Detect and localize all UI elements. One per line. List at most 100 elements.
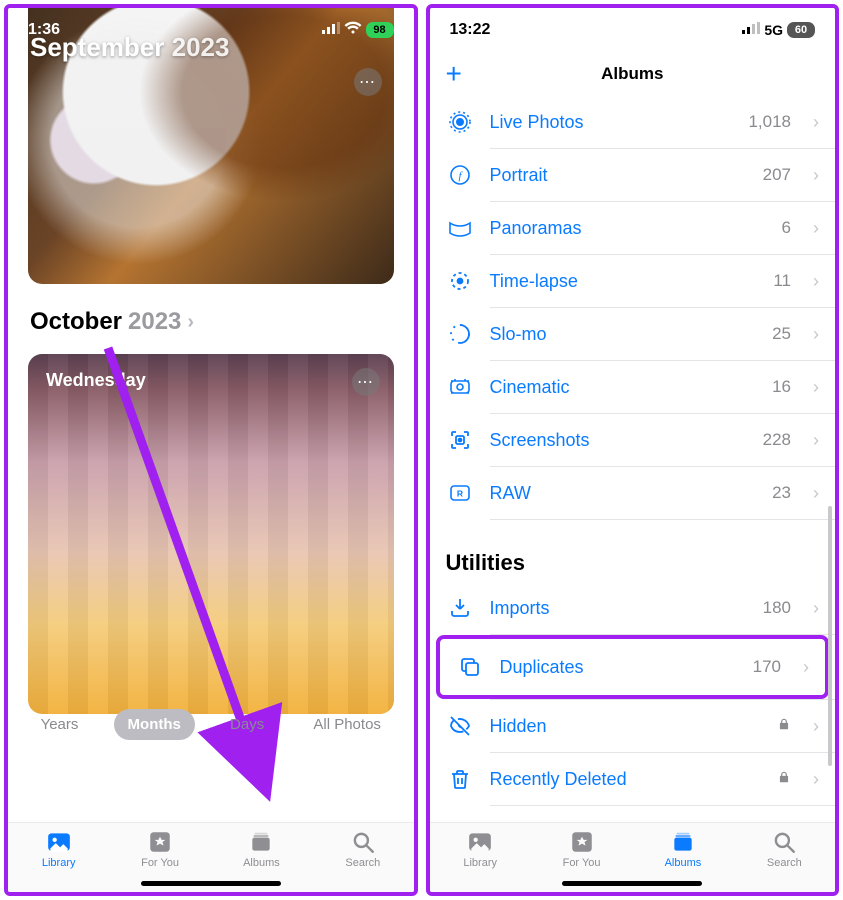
status-time: 13:22 [450, 21, 491, 39]
tab-library[interactable]: Library [29, 829, 89, 869]
tab-for-you[interactable]: For You [552, 829, 612, 869]
tab-for-you[interactable]: For You [130, 829, 190, 869]
phone-library: 1:36 98 September 2023 ⋯ October 2023 › [4, 4, 418, 896]
album-row-hidden[interactable]: Hidden› [430, 700, 836, 752]
album-row-recently-deleted[interactable]: Recently Deleted › [430, 753, 836, 805]
tab-albums[interactable]: Albums [231, 829, 291, 869]
tab-albums[interactable]: Albums [653, 829, 713, 869]
status-right: 98 [322, 21, 394, 39]
segment-days[interactable]: Days [216, 709, 278, 740]
chevron-right-icon: › [813, 165, 819, 186]
lock-icon [777, 717, 791, 736]
row-count: 228 [763, 430, 791, 450]
album-row-imports[interactable]: Imports180› [430, 582, 836, 634]
segment-years[interactable]: Years [27, 709, 93, 740]
slomo-icon [446, 322, 474, 346]
section-month: October [30, 308, 122, 336]
segment-months[interactable]: Months [114, 709, 195, 740]
albums-scroll[interactable]: Live Photos1,018›fPortrait207›Panoramas6… [430, 96, 836, 822]
row-count: 25 [772, 324, 791, 344]
tab-label: Library [42, 857, 76, 869]
svg-text:R: R [456, 489, 462, 499]
row-count: 180 [763, 598, 791, 618]
segment-all-photos[interactable]: All Photos [299, 709, 395, 740]
row-count: 16 [772, 377, 791, 397]
search-icon [350, 829, 376, 855]
row-label: Portrait [490, 165, 747, 186]
recently-deleted-icon [446, 767, 474, 791]
tab-label: For You [563, 857, 601, 869]
nav-title: Albums [601, 64, 663, 84]
row-label: Slo-mo [490, 324, 757, 345]
screenshots-icon [446, 428, 474, 452]
chevron-right-icon: › [813, 271, 819, 292]
hidden-icon [446, 714, 474, 738]
chevron-right-icon: › [813, 377, 819, 398]
album-row-portrait[interactable]: fPortrait207› [430, 149, 836, 201]
row-count: 6 [782, 218, 791, 238]
utilities-section-title: Utilities [430, 520, 836, 582]
album-row-cinematic[interactable]: Cinematic16› [430, 361, 836, 413]
tab-label: For You [141, 857, 179, 869]
tab-label: Albums [243, 857, 280, 869]
album-row-duplicates[interactable]: Duplicates170› [440, 639, 826, 695]
row-count: 11 [773, 271, 791, 291]
album-row-screenshots[interactable]: Screenshots 228 › [430, 414, 836, 466]
chevron-right-icon: › [813, 769, 819, 790]
row-label: Recently Deleted [490, 769, 762, 790]
chevron-right-icon: › [813, 716, 819, 737]
tab-label: Search [767, 857, 802, 869]
day-card-wednesday[interactable]: Wednesday ⋯ [28, 354, 394, 714]
time-scope-segmented: Years Months Days All Photos [18, 702, 404, 746]
tab-label: Search [345, 857, 380, 869]
status-right: 5G 60 [742, 21, 815, 39]
scroll-indicator [828, 506, 832, 766]
battery-indicator: 60 [787, 22, 815, 38]
live-photos-icon [446, 110, 474, 134]
chevron-right-icon: › [813, 483, 819, 504]
chevron-right-icon: › [813, 218, 819, 239]
home-indicator[interactable] [141, 881, 281, 886]
more-button[interactable]: ⋯ [354, 68, 382, 96]
tab-label: Albums [665, 857, 702, 869]
albums-icon [248, 829, 274, 855]
chevron-right-icon: › [187, 311, 194, 334]
cellular-icon [742, 21, 760, 39]
library-scroll[interactable]: 1:36 98 September 2023 ⋯ October 2023 › [8, 8, 414, 822]
add-button[interactable]: + [446, 60, 462, 88]
chevron-right-icon: › [813, 430, 819, 451]
tab-search[interactable]: Search [333, 829, 393, 869]
gradient-stripes [28, 354, 394, 714]
row-label: Panoramas [490, 218, 766, 239]
month-section-october[interactable]: October 2023 › [30, 308, 194, 336]
utilities-list: Imports180›Duplicates170›Hidden›Recently… [430, 582, 836, 806]
row-label: RAW [490, 483, 757, 504]
timelapse-icon [446, 269, 474, 293]
row-count: 23 [772, 483, 791, 503]
tab-label: Library [463, 857, 497, 869]
chevron-right-icon: › [813, 324, 819, 345]
library-icon [467, 829, 493, 855]
album-row-raw[interactable]: R RAW 23 › [430, 467, 836, 519]
row-separator [490, 805, 836, 806]
row-label: Screenshots [490, 430, 747, 451]
chevron-right-icon: › [813, 112, 819, 133]
album-row-slo-mo[interactable]: Slo-mo 25 › [430, 308, 836, 360]
cinematic-icon [446, 375, 474, 399]
album-row-time-lapse[interactable]: Time-lapse11› [430, 255, 836, 307]
tab-library[interactable]: Library [450, 829, 510, 869]
section-year: 2023 [128, 308, 181, 336]
for-you-icon [147, 829, 173, 855]
portrait-icon: f [446, 163, 474, 187]
phone-albums: 13:22 5G 60 + Albums Live Photos1,018›fP… [426, 4, 840, 896]
home-indicator[interactable] [562, 881, 702, 886]
battery-indicator: 98 [366, 22, 394, 38]
album-row-panoramas[interactable]: Panoramas 6 › [430, 202, 836, 254]
row-count: 170 [753, 657, 781, 677]
chevron-right-icon: › [813, 598, 819, 619]
chevron-right-icon: › [803, 657, 809, 678]
tab-search[interactable]: Search [754, 829, 814, 869]
status-bar: 13:22 5G 60 [430, 8, 836, 52]
more-button[interactable]: ⋯ [352, 368, 380, 396]
album-row-live-photos[interactable]: Live Photos1,018› [430, 96, 836, 148]
